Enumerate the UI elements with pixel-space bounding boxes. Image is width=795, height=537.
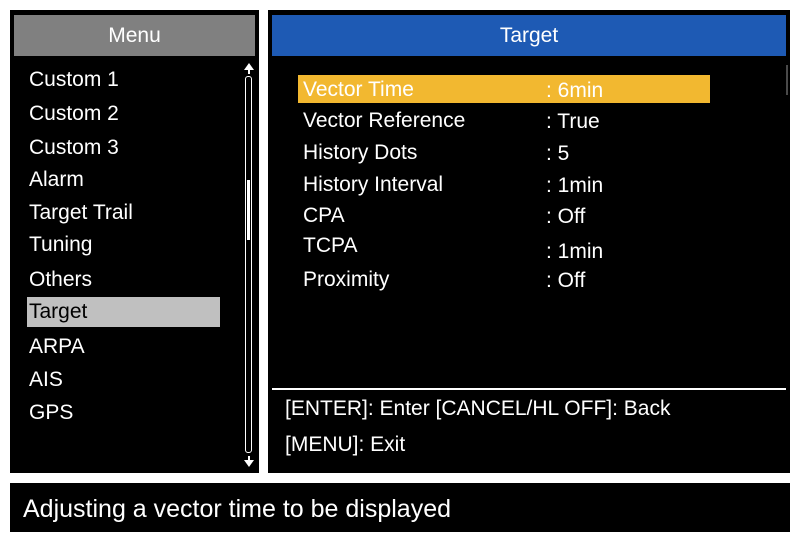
menu-item-tuning[interactable]: Tuning [27, 230, 220, 260]
target-title: Target [499, 23, 559, 47]
scroll-track[interactable] [245, 76, 252, 453]
target-panel: Target Vector Time : 6min Vector Referen… [268, 10, 790, 473]
setting-value: : 1min [546, 174, 604, 197]
target-header: Target [272, 15, 786, 56]
scroll-down-arrow-icon[interactable] [243, 456, 255, 468]
help-text-line-2: [MENU]: Exit [285, 433, 406, 456]
menu-item-alarm[interactable]: Alarm [27, 165, 220, 195]
menu-item-custom-1[interactable]: Custom 1 [27, 65, 220, 95]
setting-value: : Off [546, 269, 586, 292]
setting-name: Vector Time [303, 78, 414, 101]
menu-item-custom-3[interactable]: Custom 3 [27, 133, 220, 163]
menu-scrollbar[interactable] [243, 62, 255, 468]
setting-name: Vector Reference [303, 109, 466, 132]
setting-value: : 1min [546, 240, 604, 263]
help-divider [272, 388, 786, 390]
setting-row-vector-time[interactable]: Vector Time : 6min [298, 75, 710, 103]
setting-name: History Interval [303, 173, 444, 196]
help-text-line-1: [ENTER]: Enter [CANCEL/HL OFF]: Back [285, 397, 671, 420]
settings-scroll-indicator [786, 65, 788, 95]
menu-item-target-trail[interactable]: Target Trail [27, 198, 220, 228]
setting-row-tcpa[interactable]: TCPA : 1min [298, 231, 710, 263]
setting-row-proximity[interactable]: Proximity : Off [298, 265, 710, 293]
setting-value: : 6min [546, 79, 604, 102]
menu-item-custom-2[interactable]: Custom 2 [27, 99, 220, 129]
setting-row-cpa[interactable]: CPA : Off [298, 201, 710, 229]
menu-title: Menu [108, 23, 161, 47]
menu-panel: Menu Custom 1 Custom 2 Custom 3 Alarm Ta… [10, 10, 259, 473]
setting-row-vector-reference[interactable]: Vector Reference : True [298, 106, 710, 134]
setting-name: CPA [303, 204, 345, 227]
scroll-thumb[interactable] [247, 180, 250, 240]
setting-value: : 5 [546, 142, 570, 165]
setting-value: : Off [546, 205, 586, 228]
menu-item-others[interactable]: Others [27, 265, 220, 295]
menu-item-gps[interactable]: GPS [27, 398, 220, 428]
setting-row-history-interval[interactable]: History Interval : 1min [298, 170, 710, 198]
menu-item-target[interactable]: Target [27, 297, 220, 327]
status-text: Adjusting a vector time to be displayed [23, 495, 452, 523]
setting-value: : True [546, 110, 600, 133]
setting-row-history-dots[interactable]: History Dots : 5 [298, 138, 710, 166]
menu-header: Menu [14, 15, 255, 56]
setting-name: Proximity [303, 268, 390, 291]
status-bar: Adjusting a vector time to be displayed [10, 483, 790, 532]
menu-item-ais[interactable]: AIS [27, 365, 220, 395]
setting-name: TCPA [303, 234, 358, 257]
setting-name: History Dots [303, 141, 418, 164]
menu-item-arpa[interactable]: ARPA [27, 332, 220, 362]
scroll-up-arrow-icon[interactable] [243, 62, 255, 74]
